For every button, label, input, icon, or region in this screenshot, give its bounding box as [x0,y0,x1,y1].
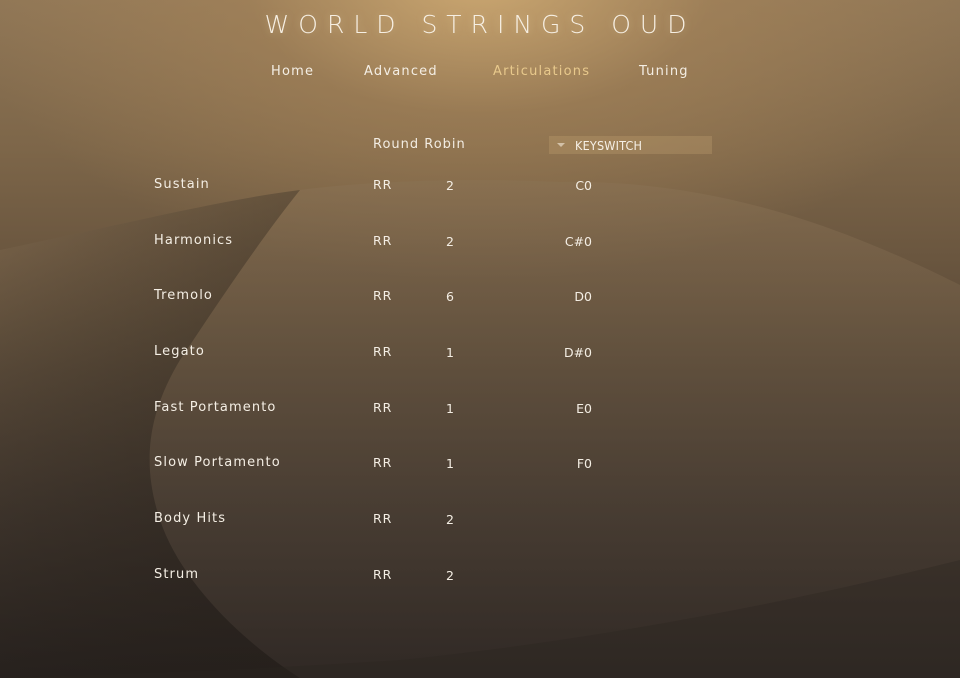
articulation-name[interactable]: Tremolo [154,288,213,303]
keyswitch-value[interactable]: F0 [540,456,592,471]
keyswitch-value[interactable]: D#0 [540,345,592,360]
rr-label: RR [373,400,393,415]
tab-articulations[interactable]: Articulations [493,64,590,79]
articulation-row: Harmonics RR 2 C#0 [0,233,960,253]
main-nav: Home Advanced Articulations Tuning [0,64,960,84]
rr-count-value[interactable]: 1 [430,401,470,416]
articulation-name[interactable]: Harmonics [154,233,233,248]
tab-tuning[interactable]: Tuning [639,64,689,79]
chevron-down-icon [557,143,565,147]
articulation-name[interactable]: Legato [154,344,205,359]
rr-count-value[interactable]: 2 [430,178,470,193]
keyswitch-value[interactable]: C0 [540,178,592,193]
articulation-row: Sustain RR 2 C0 [0,177,960,197]
rr-count-value[interactable]: 2 [430,568,470,583]
articulation-row: Slow Portamento RR 1 F0 [0,455,960,475]
rr-count-value[interactable]: 2 [430,234,470,249]
round-robin-header: Round Robin [373,137,466,152]
articulation-row: Strum RR 2 [0,567,960,587]
rr-label: RR [373,233,393,248]
articulation-row: Body Hits RR 2 [0,511,960,531]
articulation-name[interactable]: Body Hits [154,511,226,526]
articulation-name[interactable]: Sustain [154,177,210,192]
rr-label: RR [373,511,393,526]
keyswitch-value[interactable]: E0 [540,401,592,416]
rr-count-value[interactable]: 2 [430,512,470,527]
rr-count-value[interactable]: 6 [430,289,470,304]
keyswitch-dropdown[interactable]: KEYSWITCH [549,136,712,154]
app-title: WORLD STRINGS OUD [264,10,696,39]
tab-home[interactable]: Home [271,64,314,79]
rr-label: RR [373,288,393,303]
articulation-name[interactable]: Fast Portamento [154,400,276,415]
rr-count-value[interactable]: 1 [430,456,470,471]
keyswitch-value[interactable]: D0 [540,289,592,304]
articulation-row: Fast Portamento RR 1 E0 [0,400,960,420]
articulation-row: Tremolo RR 6 D0 [0,288,960,308]
rr-count-value[interactable]: 1 [430,345,470,360]
rr-label: RR [373,344,393,359]
tab-advanced[interactable]: Advanced [364,64,438,79]
keyswitch-value[interactable]: C#0 [540,234,592,249]
articulation-row: Legato RR 1 D#0 [0,344,960,364]
keyswitch-dropdown-label: KEYSWITCH [575,138,643,153]
rr-label: RR [373,177,393,192]
articulation-name[interactable]: Slow Portamento [154,455,281,470]
articulation-name[interactable]: Strum [154,567,199,582]
rr-label: RR [373,567,393,582]
rr-label: RR [373,455,393,470]
